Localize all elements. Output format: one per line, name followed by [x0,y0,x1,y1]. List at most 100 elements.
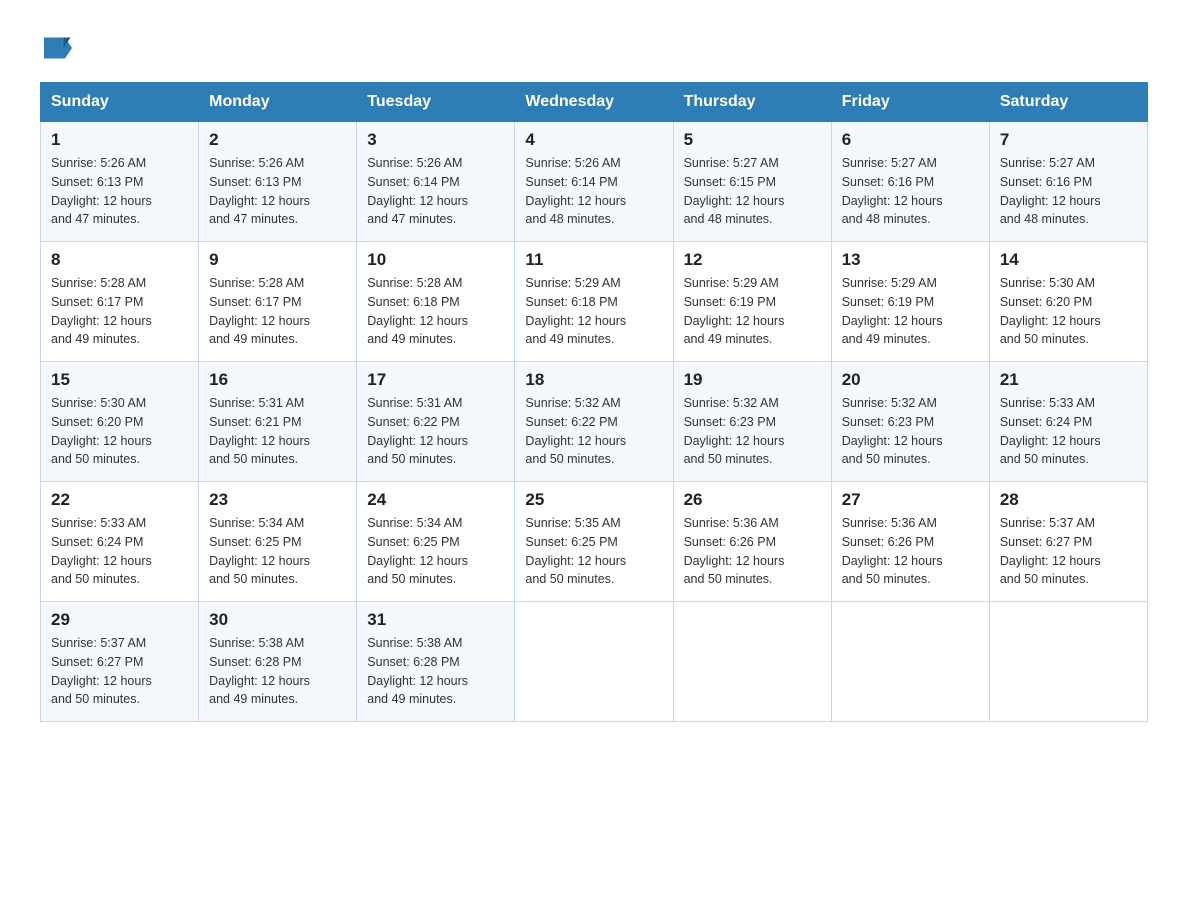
day-info: Sunrise: 5:33 AM Sunset: 6:24 PM Dayligh… [51,514,188,589]
day-number: 9 [209,250,346,270]
day-number: 26 [684,490,821,510]
column-header-friday: Friday [831,83,989,122]
page-header [40,30,1148,62]
day-info: Sunrise: 5:32 AM Sunset: 6:23 PM Dayligh… [842,394,979,469]
calendar-cell: 5 Sunrise: 5:27 AM Sunset: 6:15 PM Dayli… [673,122,831,242]
day-info: Sunrise: 5:28 AM Sunset: 6:17 PM Dayligh… [51,274,188,349]
column-header-thursday: Thursday [673,83,831,122]
day-number: 11 [525,250,662,270]
calendar-cell: 30 Sunrise: 5:38 AM Sunset: 6:28 PM Dayl… [199,602,357,722]
day-number: 16 [209,370,346,390]
day-number: 20 [842,370,979,390]
day-info: Sunrise: 5:27 AM Sunset: 6:16 PM Dayligh… [1000,154,1137,229]
calendar-cell: 25 Sunrise: 5:35 AM Sunset: 6:25 PM Dayl… [515,482,673,602]
day-number: 1 [51,130,188,150]
calendar-week-row: 8 Sunrise: 5:28 AM Sunset: 6:17 PM Dayli… [41,242,1148,362]
calendar-cell: 9 Sunrise: 5:28 AM Sunset: 6:17 PM Dayli… [199,242,357,362]
day-info: Sunrise: 5:31 AM Sunset: 6:22 PM Dayligh… [367,394,504,469]
day-info: Sunrise: 5:28 AM Sunset: 6:17 PM Dayligh… [209,274,346,349]
day-number: 21 [1000,370,1137,390]
day-number: 29 [51,610,188,630]
day-number: 3 [367,130,504,150]
day-info: Sunrise: 5:28 AM Sunset: 6:18 PM Dayligh… [367,274,504,349]
day-number: 27 [842,490,979,510]
day-number: 4 [525,130,662,150]
calendar-cell: 22 Sunrise: 5:33 AM Sunset: 6:24 PM Dayl… [41,482,199,602]
day-info: Sunrise: 5:38 AM Sunset: 6:28 PM Dayligh… [367,634,504,709]
day-number: 12 [684,250,821,270]
day-info: Sunrise: 5:26 AM Sunset: 6:14 PM Dayligh… [525,154,662,229]
day-info: Sunrise: 5:27 AM Sunset: 6:16 PM Dayligh… [842,154,979,229]
day-info: Sunrise: 5:31 AM Sunset: 6:21 PM Dayligh… [209,394,346,469]
day-info: Sunrise: 5:34 AM Sunset: 6:25 PM Dayligh… [367,514,504,589]
day-info: Sunrise: 5:38 AM Sunset: 6:28 PM Dayligh… [209,634,346,709]
day-info: Sunrise: 5:30 AM Sunset: 6:20 PM Dayligh… [1000,274,1137,349]
calendar-cell: 4 Sunrise: 5:26 AM Sunset: 6:14 PM Dayli… [515,122,673,242]
calendar-cell: 19 Sunrise: 5:32 AM Sunset: 6:23 PM Dayl… [673,362,831,482]
day-number: 30 [209,610,346,630]
day-number: 24 [367,490,504,510]
day-number: 8 [51,250,188,270]
calendar-cell: 14 Sunrise: 5:30 AM Sunset: 6:20 PM Dayl… [989,242,1147,362]
day-number: 22 [51,490,188,510]
day-info: Sunrise: 5:32 AM Sunset: 6:22 PM Dayligh… [525,394,662,469]
column-header-wednesday: Wednesday [515,83,673,122]
calendar-cell: 12 Sunrise: 5:29 AM Sunset: 6:19 PM Dayl… [673,242,831,362]
day-number: 14 [1000,250,1137,270]
day-number: 19 [684,370,821,390]
calendar-cell [831,602,989,722]
day-number: 25 [525,490,662,510]
calendar-week-row: 22 Sunrise: 5:33 AM Sunset: 6:24 PM Dayl… [41,482,1148,602]
day-info: Sunrise: 5:37 AM Sunset: 6:27 PM Dayligh… [1000,514,1137,589]
calendar-cell: 2 Sunrise: 5:26 AM Sunset: 6:13 PM Dayli… [199,122,357,242]
day-number: 23 [209,490,346,510]
day-info: Sunrise: 5:26 AM Sunset: 6:14 PM Dayligh… [367,154,504,229]
day-info: Sunrise: 5:26 AM Sunset: 6:13 PM Dayligh… [51,154,188,229]
calendar-cell: 6 Sunrise: 5:27 AM Sunset: 6:16 PM Dayli… [831,122,989,242]
logo-icon [44,34,72,62]
day-info: Sunrise: 5:34 AM Sunset: 6:25 PM Dayligh… [209,514,346,589]
day-info: Sunrise: 5:29 AM Sunset: 6:18 PM Dayligh… [525,274,662,349]
day-number: 13 [842,250,979,270]
calendar-header-row: SundayMondayTuesdayWednesdayThursdayFrid… [41,83,1148,122]
calendar-cell: 20 Sunrise: 5:32 AM Sunset: 6:23 PM Dayl… [831,362,989,482]
calendar-week-row: 15 Sunrise: 5:30 AM Sunset: 6:20 PM Dayl… [41,362,1148,482]
day-info: Sunrise: 5:32 AM Sunset: 6:23 PM Dayligh… [684,394,821,469]
day-number: 15 [51,370,188,390]
calendar-cell: 29 Sunrise: 5:37 AM Sunset: 6:27 PM Dayl… [41,602,199,722]
day-info: Sunrise: 5:30 AM Sunset: 6:20 PM Dayligh… [51,394,188,469]
calendar-table: SundayMondayTuesdayWednesdayThursdayFrid… [40,82,1148,722]
calendar-cell: 21 Sunrise: 5:33 AM Sunset: 6:24 PM Dayl… [989,362,1147,482]
day-info: Sunrise: 5:29 AM Sunset: 6:19 PM Dayligh… [842,274,979,349]
calendar-cell: 8 Sunrise: 5:28 AM Sunset: 6:17 PM Dayli… [41,242,199,362]
calendar-cell: 11 Sunrise: 5:29 AM Sunset: 6:18 PM Dayl… [515,242,673,362]
calendar-cell: 24 Sunrise: 5:34 AM Sunset: 6:25 PM Dayl… [357,482,515,602]
day-number: 5 [684,130,821,150]
column-header-saturday: Saturday [989,83,1147,122]
day-number: 17 [367,370,504,390]
calendar-cell: 27 Sunrise: 5:36 AM Sunset: 6:26 PM Dayl… [831,482,989,602]
day-number: 18 [525,370,662,390]
calendar-cell: 1 Sunrise: 5:26 AM Sunset: 6:13 PM Dayli… [41,122,199,242]
day-info: Sunrise: 5:36 AM Sunset: 6:26 PM Dayligh… [684,514,821,589]
day-number: 28 [1000,490,1137,510]
calendar-cell: 7 Sunrise: 5:27 AM Sunset: 6:16 PM Dayli… [989,122,1147,242]
calendar-cell: 15 Sunrise: 5:30 AM Sunset: 6:20 PM Dayl… [41,362,199,482]
calendar-cell: 26 Sunrise: 5:36 AM Sunset: 6:26 PM Dayl… [673,482,831,602]
day-info: Sunrise: 5:27 AM Sunset: 6:15 PM Dayligh… [684,154,821,229]
day-number: 7 [1000,130,1137,150]
day-number: 10 [367,250,504,270]
day-number: 6 [842,130,979,150]
column-header-tuesday: Tuesday [357,83,515,122]
calendar-cell [673,602,831,722]
calendar-cell: 31 Sunrise: 5:38 AM Sunset: 6:28 PM Dayl… [357,602,515,722]
day-number: 2 [209,130,346,150]
calendar-cell: 23 Sunrise: 5:34 AM Sunset: 6:25 PM Dayl… [199,482,357,602]
day-info: Sunrise: 5:33 AM Sunset: 6:24 PM Dayligh… [1000,394,1137,469]
calendar-cell [989,602,1147,722]
calendar-week-row: 1 Sunrise: 5:26 AM Sunset: 6:13 PM Dayli… [41,122,1148,242]
calendar-cell: 18 Sunrise: 5:32 AM Sunset: 6:22 PM Dayl… [515,362,673,482]
calendar-cell: 10 Sunrise: 5:28 AM Sunset: 6:18 PM Dayl… [357,242,515,362]
day-info: Sunrise: 5:35 AM Sunset: 6:25 PM Dayligh… [525,514,662,589]
calendar-cell: 16 Sunrise: 5:31 AM Sunset: 6:21 PM Dayl… [199,362,357,482]
